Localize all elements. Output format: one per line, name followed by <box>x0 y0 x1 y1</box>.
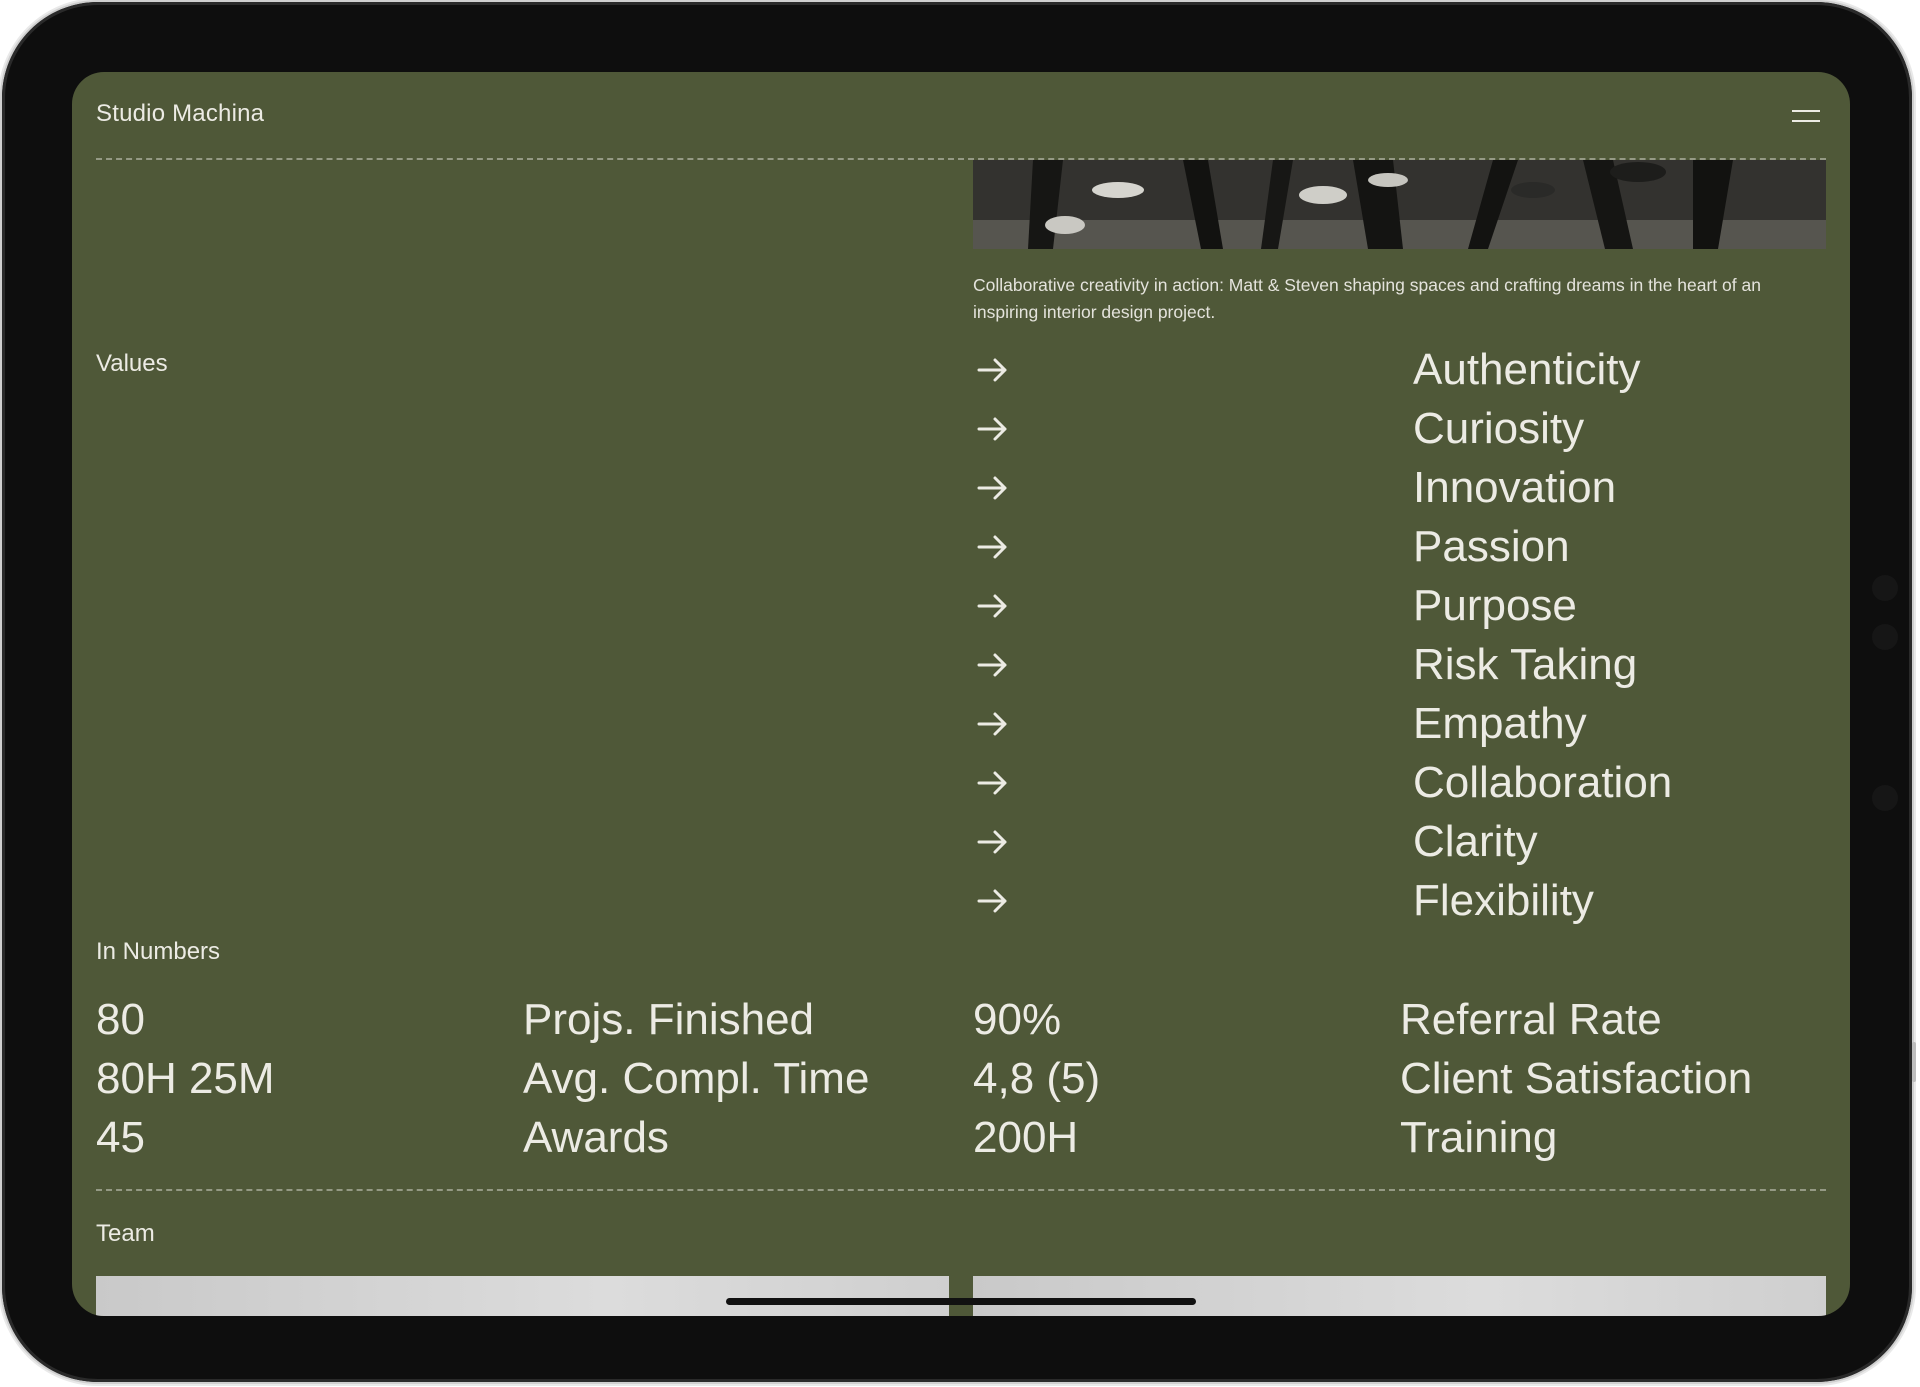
side-sensor <box>1872 624 1898 650</box>
values-list: Authenticity Curiosity Innovation Passio… <box>973 344 1826 934</box>
arrow-right-icon <box>977 830 1007 854</box>
values-heading: Values <box>96 350 168 377</box>
arrow-right-icon <box>977 417 1007 441</box>
arrow-right-icon <box>977 358 1007 382</box>
arrow-right-icon <box>977 712 1007 736</box>
side-sensor <box>1872 575 1898 601</box>
arrow-right-icon <box>977 535 1007 559</box>
value-label: Collaboration <box>1413 758 1673 807</box>
tablet-frame: Studio Machina Collaborative creativity … <box>2 2 1916 1382</box>
numbers-divider <box>96 1189 1826 1191</box>
stat-value: 200H <box>973 1113 1079 1162</box>
screen: Studio Machina Collaborative creativity … <box>72 72 1850 1316</box>
hero-photo <box>973 160 1826 249</box>
stat-value: 4,8 (5) <box>973 1054 1101 1103</box>
stat-label: Projs. Finished <box>523 995 815 1044</box>
value-label: Curiosity <box>1413 404 1585 453</box>
stat-label: Avg. Compl. Time <box>523 1054 870 1103</box>
stat-value: 80H 25M <box>96 1054 275 1103</box>
team-member-photo[interactable] <box>973 1276 1826 1316</box>
hamburger-menu-icon[interactable] <box>1786 102 1826 130</box>
arrow-right-icon <box>977 889 1007 913</box>
value-item[interactable]: Risk Taking <box>973 639 1826 698</box>
value-label: Empathy <box>1413 699 1587 748</box>
home-indicator[interactable] <box>726 1298 1196 1305</box>
arrow-right-icon <box>977 771 1007 795</box>
value-item[interactable]: Collaboration <box>973 757 1826 816</box>
photo-illustration <box>973 160 1826 249</box>
value-item[interactable]: Purpose <box>973 580 1826 639</box>
team-heading: Team <box>96 1220 155 1247</box>
value-label: Purpose <box>1413 581 1577 630</box>
value-item[interactable]: Passion <box>973 521 1826 580</box>
side-sensor <box>1872 785 1898 811</box>
hero-caption: Collaborative creativity in action: Matt… <box>973 275 1761 322</box>
volume-button <box>1912 1042 1916 1082</box>
stat-label: Referral Rate <box>1400 995 1662 1044</box>
arrow-right-icon <box>977 653 1007 677</box>
arrow-right-icon <box>977 476 1007 500</box>
stat-label: Client Satisfaction <box>1400 1054 1753 1103</box>
value-item[interactable]: Empathy <box>973 698 1826 757</box>
value-item[interactable]: Authenticity <box>973 344 1826 403</box>
value-label: Authenticity <box>1413 345 1641 394</box>
value-item[interactable]: Curiosity <box>973 403 1826 462</box>
value-label: Passion <box>1413 522 1570 571</box>
stat-label: Awards <box>523 1113 669 1162</box>
numbers-heading: In Numbers <box>96 938 221 965</box>
stat-value: 90% <box>973 995 1062 1044</box>
stat-value: 80 <box>96 995 145 1044</box>
value-label: Flexibility <box>1413 876 1594 925</box>
value-item[interactable]: Innovation <box>973 462 1826 521</box>
value-item[interactable]: Clarity <box>973 816 1826 875</box>
stat-label: Training <box>1400 1113 1558 1162</box>
arrow-right-icon <box>977 594 1007 618</box>
stat-value: 45 <box>96 1113 145 1162</box>
value-item[interactable]: Flexibility <box>973 875 1826 934</box>
team-member-photo[interactable] <box>96 1276 949 1316</box>
brand-logo[interactable]: Studio Machina <box>96 100 264 128</box>
value-label: Innovation <box>1413 463 1617 512</box>
value-label: Risk Taking <box>1413 640 1638 689</box>
value-label: Clarity <box>1413 817 1538 866</box>
